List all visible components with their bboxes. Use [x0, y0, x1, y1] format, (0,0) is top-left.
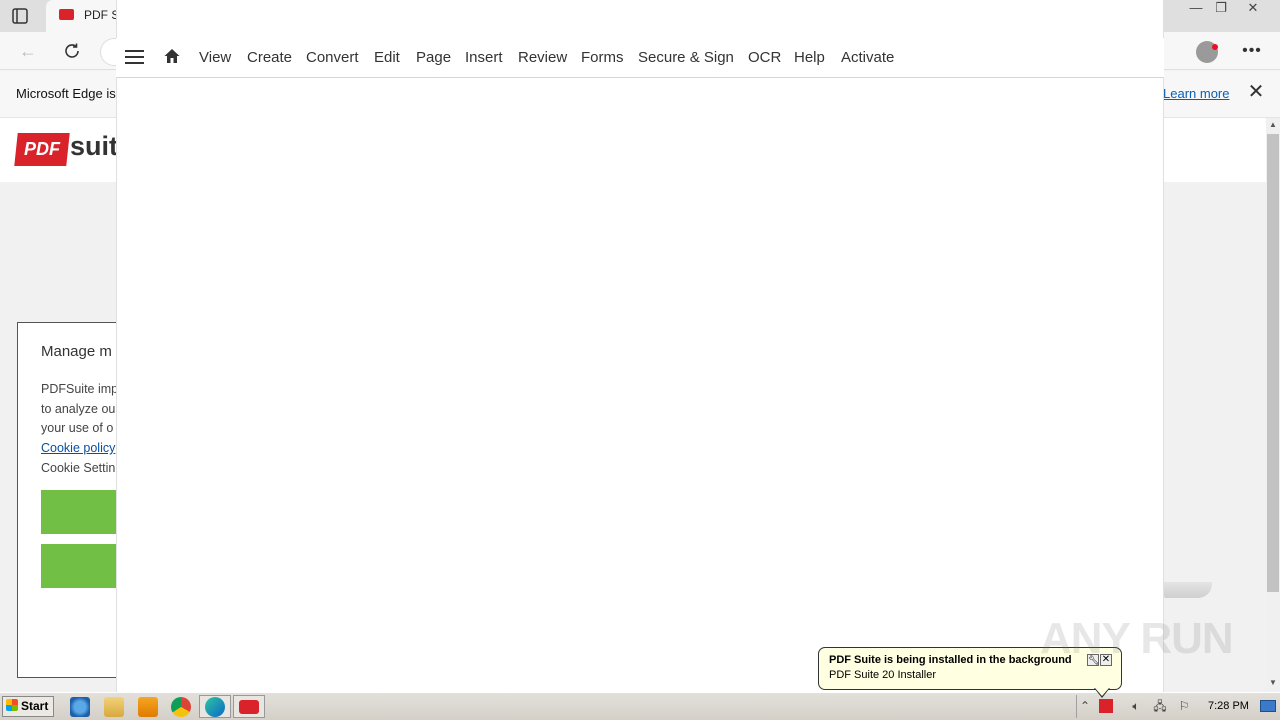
network-icon[interactable]: 🖧︎	[1153, 699, 1167, 713]
file-explorer-icon[interactable]	[104, 697, 124, 717]
refresh-icon[interactable]	[60, 40, 84, 64]
infobar-message: Microsoft Edge is	[16, 86, 116, 101]
menu-page[interactable]: Page	[416, 49, 451, 66]
edge-icon	[205, 697, 225, 717]
menu-forms[interactable]: Forms	[581, 49, 624, 66]
scroll-up-arrow-icon[interactable]: ▲	[1266, 120, 1280, 132]
settings-more-icon[interactable]: •••	[1240, 40, 1264, 64]
scrollbar-thumb[interactable]	[1267, 134, 1279, 592]
balloon-tail-fill	[1095, 688, 1109, 696]
infobar-close-icon[interactable]: ✕	[1246, 82, 1266, 103]
cookie-settings-text: Cookie Settin	[41, 461, 116, 475]
menu-edit[interactable]: Edit	[374, 49, 400, 66]
cookie-text-line: PDFSuite imp	[41, 382, 119, 396]
tray-separator	[1076, 695, 1077, 718]
internet-explorer-icon[interactable]	[70, 697, 90, 717]
window-close-button[interactable]: ✕	[1240, 0, 1266, 18]
logo-suite-text: suit	[70, 131, 119, 161]
logo-pdf-text: PDF	[24, 139, 60, 159]
balloon-title: PDF Suite is being installed in the back…	[829, 654, 1072, 666]
profile-notification-dot	[1212, 44, 1218, 50]
volume-icon[interactable]: 🔈︎	[1129, 699, 1143, 713]
hamburger-menu-icon[interactable]	[125, 50, 145, 66]
pdf-suite-icon	[239, 700, 259, 714]
taskbar-clock[interactable]: 7:28 PM	[1208, 700, 1249, 712]
laptop-image	[1164, 582, 1212, 598]
home-icon[interactable]	[163, 47, 183, 67]
back-arrow-icon[interactable]: ←	[16, 40, 40, 64]
learn-more-link[interactable]: Learn more	[1163, 86, 1229, 101]
action-center-flag-icon[interactable]: ⚐	[1177, 699, 1191, 713]
show-hidden-icons-icon[interactable]: ⌃	[1078, 699, 1092, 713]
menu-review[interactable]: Review	[518, 49, 567, 66]
balloon-body: PDF Suite 20 Installer	[829, 669, 936, 681]
chrome-icon[interactable]	[171, 697, 191, 717]
cookie-dialog-title: Manage m	[41, 343, 112, 360]
windows-logo-icon	[6, 699, 18, 711]
cookie-text-line: your use of o	[41, 421, 114, 435]
window-restore-button[interactable]: ❐	[1208, 0, 1234, 18]
scroll-down-arrow-icon[interactable]: ▼	[1266, 678, 1280, 690]
pdf-favicon-icon	[59, 9, 74, 20]
window-minimize-button[interactable]: —	[1183, 0, 1209, 18]
menu-help[interactable]: Help	[794, 49, 825, 66]
menu-create[interactable]: Create	[247, 49, 292, 66]
pdf-suite-app-window	[116, 0, 1164, 692]
tab-actions-icon[interactable]	[10, 6, 30, 26]
menu-insert[interactable]: Insert	[465, 49, 503, 66]
menu-secure-sign[interactable]: Secure & Sign	[638, 49, 734, 66]
menu-convert[interactable]: Convert	[306, 49, 359, 66]
media-player-icon[interactable]	[138, 697, 158, 717]
menu-activate[interactable]: Activate	[841, 49, 894, 66]
show-desktop-icon[interactable]	[1260, 700, 1276, 712]
pdf-installer-tray-icon[interactable]	[1099, 699, 1113, 713]
anyrun-watermark: ANY RUN	[1040, 614, 1234, 663]
tab-title: PDF S	[84, 8, 120, 22]
cookie-policy-link[interactable]: Cookie policy	[41, 441, 115, 455]
menu-view[interactable]: View	[199, 49, 231, 66]
cookie-text-line: to analyze ou	[41, 402, 116, 416]
menu-ocr[interactable]: OCR	[748, 49, 781, 66]
